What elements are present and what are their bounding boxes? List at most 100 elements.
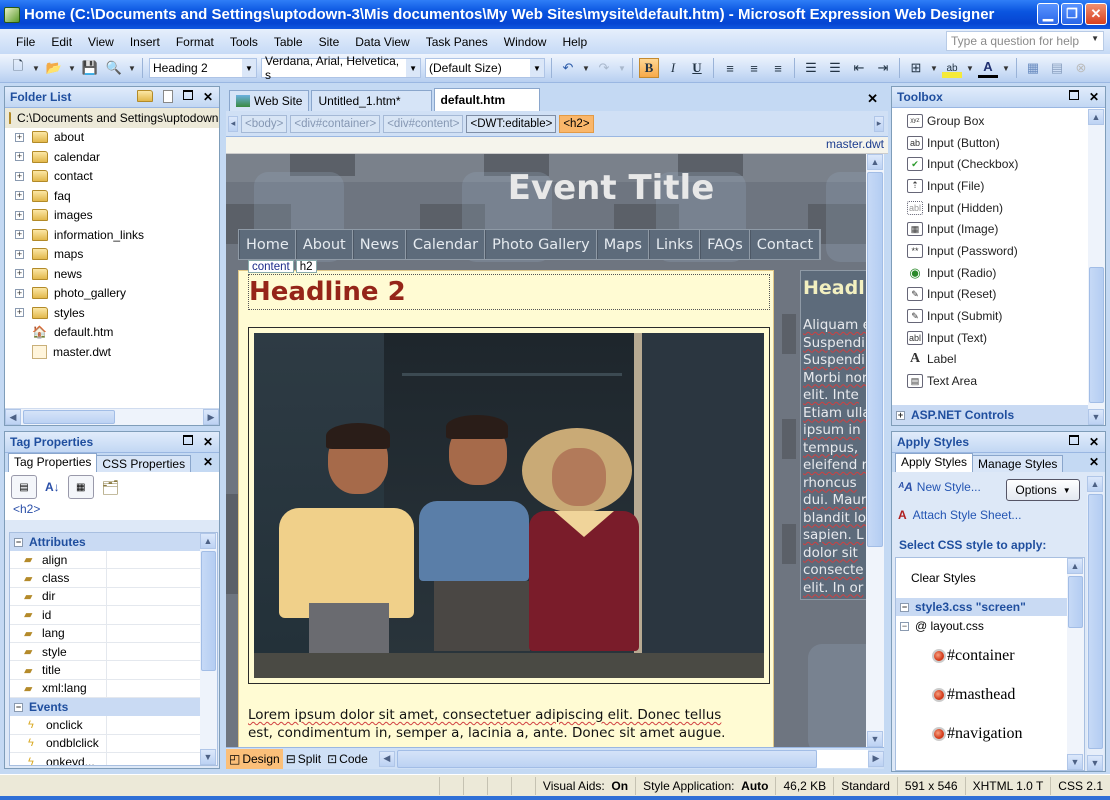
font-size-select[interactable]: (Default Size) ▼ — [425, 58, 545, 78]
nav-faqs[interactable]: FAQs — [700, 230, 750, 259]
panel-vertical-scrollbar[interactable]: ▲ ▼ — [1087, 476, 1104, 771]
highlight-dropdown[interactable]: ▼ — [966, 64, 974, 73]
close-icon[interactable]: ✕ — [1089, 455, 1099, 469]
italic-button[interactable]: I — [663, 58, 683, 78]
scroll-right-icon[interactable]: ▸ — [874, 115, 884, 132]
close-icon[interactable]: ✕ — [1089, 435, 1099, 449]
scroll-down-icon[interactable]: ▼ — [1067, 754, 1083, 770]
expand-icon[interactable]: + — [15, 230, 24, 240]
attribute-row[interactable]: ▰ class — [10, 569, 202, 588]
scroll-down-icon[interactable]: ▼ — [867, 731, 883, 747]
css-selector-item[interactable]: #navigation — [896, 714, 1084, 753]
mode-status[interactable]: Standard — [833, 776, 897, 795]
expand-icon[interactable]: + — [15, 132, 24, 142]
folder-item[interactable]: + calendar — [5, 147, 219, 167]
decrease-indent-icon[interactable]: ⇤ — [849, 58, 869, 78]
file-item[interactable]: master.dwt — [5, 342, 219, 362]
scroll-left-icon[interactable]: ◂ — [228, 115, 238, 132]
design-canvas[interactable]: Event Title Home About News Calendar Pho… — [226, 154, 866, 747]
content-region[interactable]: Headline 2 Lorem ipsum dolor sit amet, c… — [238, 270, 774, 747]
new-page-icon[interactable]: 🗋 — [8, 58, 28, 78]
save-icon[interactable]: 💾 — [80, 58, 100, 78]
quick-tag-content[interactable]: <div#content> — [383, 114, 464, 133]
sidebar-headline[interactable]: Headl — [801, 271, 866, 299]
align-right-icon[interactable]: ≡ — [768, 58, 788, 78]
expand-icon[interactable]: + — [15, 191, 24, 201]
collapse-icon[interactable]: − — [14, 537, 23, 547]
scroll-right-icon[interactable]: ▶ — [868, 750, 884, 767]
toolbox-item[interactable]: ✎ Input (Submit) — [892, 305, 1105, 327]
event-row[interactable]: ϟ onkeyd... — [10, 752, 202, 765]
vertical-scrollbar[interactable]: ▲ ▼ — [200, 533, 217, 765]
menu-insert[interactable]: Insert — [122, 35, 168, 49]
maximize-icon[interactable] — [1068, 90, 1079, 100]
visual-aids-status[interactable]: Visual Aids: On — [534, 776, 635, 795]
redo-dropdown[interactable]: ▼ — [618, 64, 626, 73]
close-icon[interactable]: ✕ — [203, 435, 213, 449]
scroll-thumb[interactable] — [867, 172, 883, 547]
attribute-value[interactable] — [106, 551, 202, 569]
scroll-up-icon[interactable]: ▲ — [1087, 476, 1103, 492]
vertical-scrollbar[interactable]: ▲ ▼ — [1088, 109, 1105, 425]
close-icon[interactable]: ✕ — [203, 455, 213, 469]
quick-tag-editable[interactable]: <DWT:editable> — [466, 114, 557, 133]
toolbox-item[interactable]: ✔ Input (Checkbox) — [892, 153, 1105, 175]
insert-layer-icon[interactable]: ▤ — [1047, 58, 1067, 78]
remove-icon[interactable]: ⊗ — [1071, 58, 1091, 78]
folder-item[interactable]: + maps — [5, 245, 219, 265]
dimensions-status[interactable]: 591 x 546 — [896, 776, 965, 795]
toolbox-item[interactable]: ✎ Input (Reset) — [892, 284, 1105, 306]
tab-tag-properties[interactable]: Tag Properties — [8, 453, 98, 472]
toolbox-item[interactable]: ◉ Input (Radio) — [892, 262, 1105, 284]
import-group[interactable]: − @ layout.css — [896, 616, 1084, 636]
expand-icon[interactable]: + — [15, 171, 24, 181]
attach-style-sheet-link[interactable]: Attach Style Sheet... — [913, 508, 1022, 522]
attribute-row[interactable]: ▰ id — [10, 606, 202, 625]
attribute-row[interactable]: ▰ style — [10, 642, 202, 662]
folder-item[interactable]: + information_links — [5, 225, 219, 245]
tag-properties-icon[interactable]: 🗂 — [102, 479, 120, 496]
collapse-icon[interactable]: − — [900, 602, 909, 612]
tab-default-htm[interactable]: default.htm — [433, 88, 541, 111]
attribute-value[interactable] — [106, 569, 202, 587]
open-folder-icon[interactable]: 📂 — [44, 58, 64, 78]
toolbox-item[interactable]: ᵡʸᶻ Group Box — [892, 110, 1105, 132]
tab-css-properties[interactable]: CSS Properties — [96, 455, 192, 472]
minimize-button[interactable]: ▁ — [1037, 3, 1059, 25]
attribute-row[interactable]: ▰ title — [10, 661, 202, 680]
undo-dropdown[interactable]: ▼ — [582, 64, 590, 73]
menu-data-view[interactable]: Data View — [347, 35, 417, 49]
scroll-down-icon[interactable]: ▼ — [200, 749, 216, 765]
scroll-right-icon[interactable]: ▶ — [203, 409, 219, 425]
toolbox-item[interactable]: A Label — [892, 349, 1105, 371]
sidebar-text[interactable]: Aliquam e Suspendi Suspendi Morbi nor elit. … — [801, 299, 866, 597]
file-item[interactable]: 🏠 default.htm — [5, 323, 219, 343]
sort-az-icon[interactable]: A↓ — [45, 480, 60, 494]
tag-label-h2[interactable]: h2 — [295, 260, 317, 273]
attribute-value[interactable] — [106, 679, 202, 698]
folder-item[interactable]: + images — [5, 206, 219, 226]
insert-table-icon[interactable]: ▦ — [1023, 58, 1043, 78]
sidebar-region[interactable]: Headl Aliquam e Suspendi Suspendi Morbi nor… — [800, 270, 866, 600]
tab-manage-styles[interactable]: Manage Styles — [972, 455, 1064, 472]
close-button[interactable]: ✕ — [1085, 3, 1107, 25]
folder-item[interactable]: + news — [5, 264, 219, 284]
folder-item[interactable]: + contact — [5, 167, 219, 187]
font-select[interactable]: Verdana, Arial, Helvetica, s ▼ — [261, 54, 421, 82]
expand-icon[interactable]: + — [15, 269, 24, 279]
numbered-list-icon[interactable]: ☰ — [801, 58, 821, 78]
expand-icon[interactable]: + — [896, 410, 905, 420]
scroll-up-icon[interactable]: ▲ — [1067, 558, 1083, 574]
chevron-down-icon[interactable]: ▼ — [530, 59, 544, 77]
preview-dropdown[interactable]: ▼ — [128, 64, 136, 73]
events-category[interactable]: − Events — [10, 698, 202, 717]
scroll-thumb[interactable] — [1089, 267, 1104, 403]
clear-styles-item[interactable]: Clear Styles — [896, 558, 1084, 598]
asp-net-controls-category[interactable]: + ASP.NET Controls — [892, 405, 1088, 425]
menu-edit[interactable]: Edit — [43, 35, 80, 49]
font-color-icon[interactable]: A — [978, 58, 998, 78]
new-dropdown[interactable]: ▼ — [32, 64, 40, 73]
attribute-value[interactable] — [106, 661, 202, 679]
attributes-category[interactable]: − Attributes — [10, 533, 202, 551]
toolbox-item[interactable]: ▦ Input (Image) — [892, 218, 1105, 240]
